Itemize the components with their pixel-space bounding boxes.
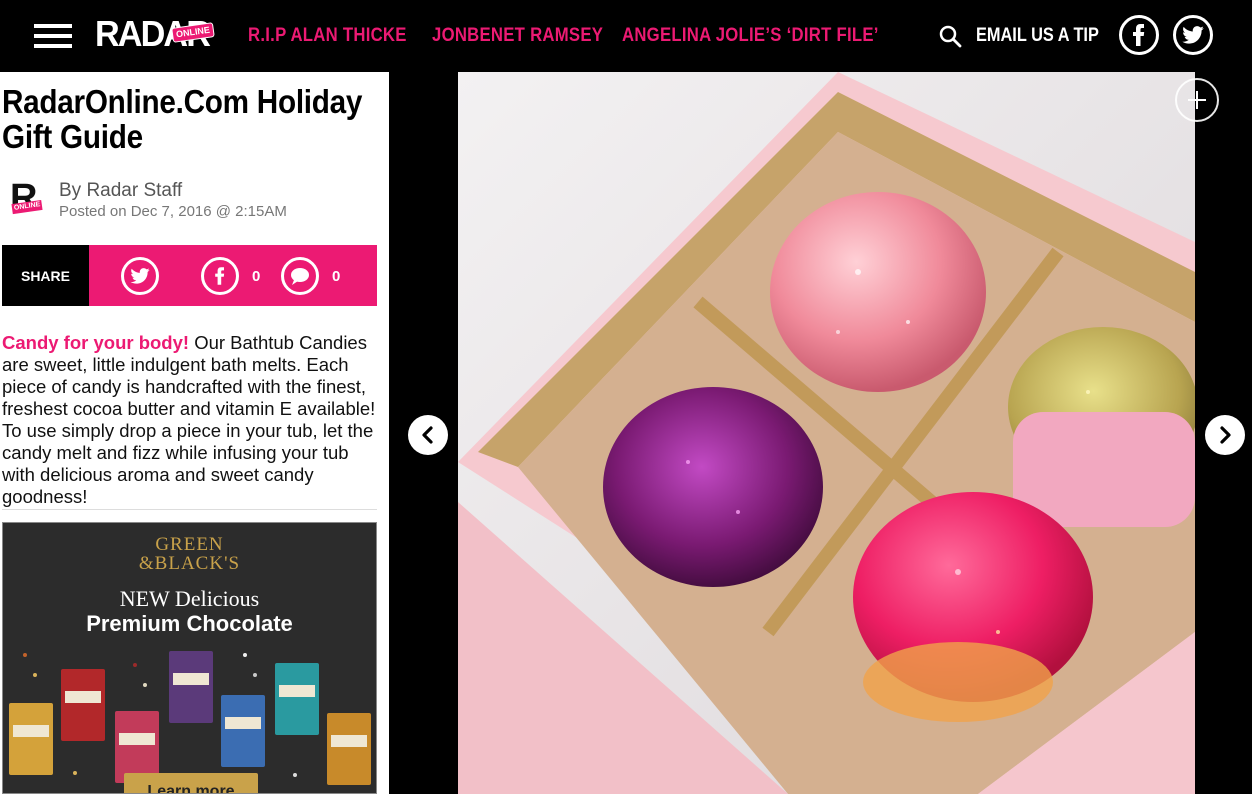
- ingredient-sprinkle: [133, 663, 137, 667]
- article-title: RadarOnline.Com Holiday Gift Guide: [2, 84, 362, 155]
- twitter-icon[interactable]: [1173, 15, 1213, 55]
- hamburger-menu-icon[interactable]: [34, 24, 72, 48]
- share-bar: SHARE 0 0: [2, 245, 377, 306]
- facebook-icon[interactable]: [1119, 15, 1159, 55]
- photo-gallery: [389, 72, 1252, 794]
- article-body-lead: Candy for your body!: [2, 332, 190, 353]
- nav-link-alan-thicke[interactable]: R.I.P ALAN THICKE: [248, 25, 406, 47]
- comment-icon[interactable]: [281, 257, 319, 295]
- ingredient-sprinkle: [243, 653, 247, 657]
- advertisement-green-and-blacks[interactable]: GREEN &BLACK'S NEW Delicious Premium Cho…: [2, 522, 377, 794]
- article-body-text: Our Bathtub Candies are sweet, little in…: [2, 332, 376, 507]
- radar-online-logo[interactable]: RADAR ONLINE: [95, 14, 217, 54]
- ingredient-sprinkle: [73, 771, 77, 775]
- author-avatar: R ONLINE: [10, 179, 46, 219]
- share-facebook-icon[interactable]: [201, 257, 239, 295]
- chevron-left-icon[interactable]: [408, 415, 448, 455]
- search-icon[interactable]: [938, 24, 962, 48]
- ad-brand-logo: GREEN &BLACK'S: [3, 535, 376, 573]
- share-label: SHARE: [2, 245, 89, 306]
- chocolate-bar-image: [9, 703, 53, 775]
- chevron-right-icon[interactable]: [1205, 415, 1245, 455]
- gallery-photo[interactable]: [458, 72, 1195, 794]
- chocolate-bar-image: [169, 651, 213, 723]
- article-title-line-1: RadarOnline.Com Holiday: [2, 83, 363, 120]
- ad-brand-line-1: GREEN: [155, 534, 224, 555]
- facebook-share-count: 0: [252, 268, 261, 285]
- plus-icon[interactable]: [1175, 78, 1219, 122]
- ad-headline-2: Premium Chocolate: [86, 611, 293, 636]
- share-twitter-icon[interactable]: [121, 257, 159, 295]
- top-navigation-bar: RADAR ONLINE R.I.P ALAN THICKE JONBENET …: [0, 0, 1252, 72]
- ingredient-sprinkle: [33, 673, 37, 677]
- chocolate-bar-image: [61, 669, 105, 741]
- post-date: Posted on Dec 7, 2016 @ 2:15AM: [59, 203, 287, 220]
- article-sidebar: RadarOnline.Com Holiday Gift Guide R ONL…: [0, 72, 389, 794]
- trending-nav: R.I.P ALAN THICKE JONBENET RAMSEY ANGELI…: [248, 25, 878, 47]
- chocolate-bar-image: [275, 663, 319, 735]
- section-divider: [2, 509, 377, 510]
- ingredient-sprinkle: [253, 673, 257, 677]
- chocolate-bar-image: [221, 695, 265, 767]
- author-byline[interactable]: By Radar Staff: [59, 180, 182, 202]
- ad-headline-1: NEW Delicious: [119, 586, 260, 611]
- ad-learn-more-button[interactable]: Learn more: [124, 773, 258, 793]
- email-us-a-tip-link[interactable]: EMAIL US A TIP: [976, 25, 1099, 47]
- comment-count: 0: [332, 268, 341, 285]
- ingredient-sprinkle: [143, 683, 147, 687]
- chocolate-bar-image: [327, 713, 371, 785]
- nav-link-angelina-jolie[interactable]: ANGELINA JOLIE’S ‘DIRT FILE’: [622, 25, 878, 47]
- ad-brand-line-2: &BLACK'S: [138, 553, 241, 574]
- ingredient-sprinkle: [23, 653, 27, 657]
- article-title-line-2: Gift Guide: [2, 118, 143, 155]
- ingredient-sprinkle: [293, 773, 297, 777]
- bath-candies-photo: [458, 72, 1195, 794]
- article-body: Candy for your body! Our Bathtub Candies…: [2, 332, 382, 508]
- nav-link-jonbenet-ramsey[interactable]: JONBENET RAMSEY: [432, 25, 603, 47]
